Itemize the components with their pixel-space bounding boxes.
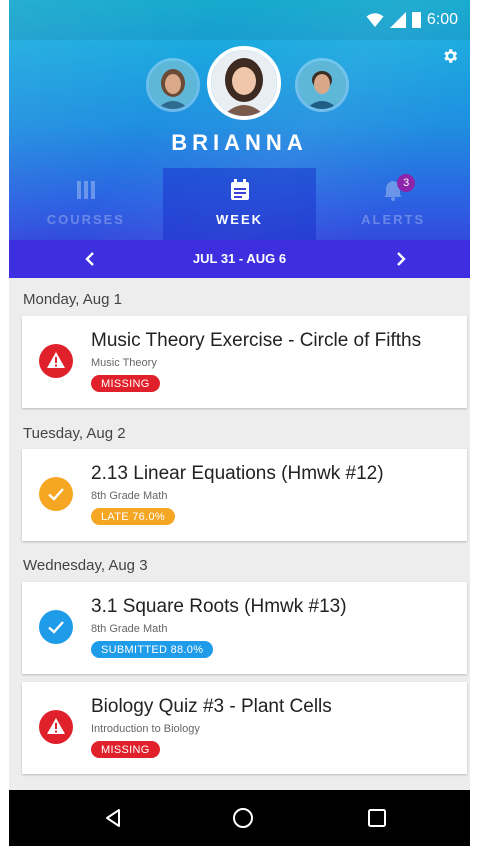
missing-alert-icon [39, 344, 73, 378]
home-icon[interactable] [231, 806, 255, 830]
avatar-image [211, 50, 277, 116]
tab-courses[interactable]: COURSES [9, 168, 163, 240]
status-badge: SUBMITTED 88.0% [91, 641, 214, 658]
course-name: 8th Grade Math [91, 623, 168, 635]
course-name: 8th Grade Math [91, 490, 168, 502]
status-bar: 6:00 [9, 0, 470, 40]
tab-label: WEEK [216, 212, 263, 227]
student-avatar-selected[interactable] [207, 46, 281, 120]
check-icon [39, 477, 73, 511]
profile-header: 6:00 BRIANNA COURSES WEEK 3 ALERTS JUL 3… [9, 0, 470, 278]
assignment-title: Music Theory Exercise - Circle of Fifths [91, 330, 422, 351]
status-time: 6:00 [426, 11, 458, 28]
status-icons: 6:00 [366, 10, 458, 30]
student-name: BRIANNA [171, 130, 308, 155]
settings-button[interactable] [438, 44, 462, 68]
assignment-card[interactable]: 2.13 Linear Equations (Hmwk #12) 8th Gra… [22, 449, 467, 541]
assignment-card[interactable]: Music Theory Exercise - Circle of Fifths… [22, 316, 467, 408]
student-avatar-right[interactable] [295, 58, 349, 112]
tab-bar: COURSES WEEK 3 ALERTS [9, 168, 470, 240]
avatar-image [298, 61, 346, 109]
system-nav-bar [9, 790, 470, 846]
day-header-wednesday: Wednesday, Aug 3 [23, 557, 148, 574]
course-name: Introduction to Biology [91, 723, 200, 735]
next-week-button[interactable] [390, 248, 412, 270]
day-header-monday: Monday, Aug 1 [23, 291, 122, 308]
missing-alert-icon [39, 710, 73, 744]
assignment-title: 2.13 Linear Equations (Hmwk #12) [91, 463, 384, 484]
course-name: Music Theory [91, 357, 157, 369]
week-navigator: JUL 31 - AUG 6 [9, 240, 470, 278]
tab-label: COURSES [46, 212, 125, 227]
app-frame: 6:00 BRIANNA COURSES WEEK 3 ALERTS JUL 3… [9, 0, 470, 846]
battery-icon [411, 12, 421, 28]
status-badge: LATE 76.0% [91, 508, 175, 525]
back-icon[interactable] [101, 806, 125, 830]
courses-icon [76, 181, 95, 199]
check-icon [39, 610, 73, 644]
tab-label: ALERTS [361, 212, 426, 227]
day-header-tuesday: Tuesday, Aug 2 [23, 425, 126, 442]
recents-icon[interactable] [365, 806, 389, 830]
assignment-card[interactable]: 3.1 Square Roots (Hmwk #13) 8th Grade Ma… [22, 582, 467, 674]
alerts-badge: 3 [397, 174, 416, 192]
signal-icon [389, 12, 406, 28]
assignment-card[interactable]: Biology Quiz #3 - Plant Cells Introducti… [22, 682, 467, 774]
student-avatar-left[interactable] [146, 58, 200, 112]
wifi-icon [366, 13, 384, 27]
tab-week[interactable]: WEEK [162, 168, 317, 240]
assignment-title: 3.1 Square Roots (Hmwk #13) [91, 596, 347, 617]
status-badge: MISSING [91, 741, 160, 758]
gear-icon [444, 49, 458, 63]
tab-alerts[interactable]: 3 ALERTS [316, 168, 470, 240]
calendar-icon [230, 179, 249, 200]
chevron-right-icon [397, 252, 406, 266]
avatar-image [149, 61, 197, 109]
status-badge: MISSING [91, 375, 160, 392]
assignment-title: Biology Quiz #3 - Plant Cells [91, 696, 332, 717]
